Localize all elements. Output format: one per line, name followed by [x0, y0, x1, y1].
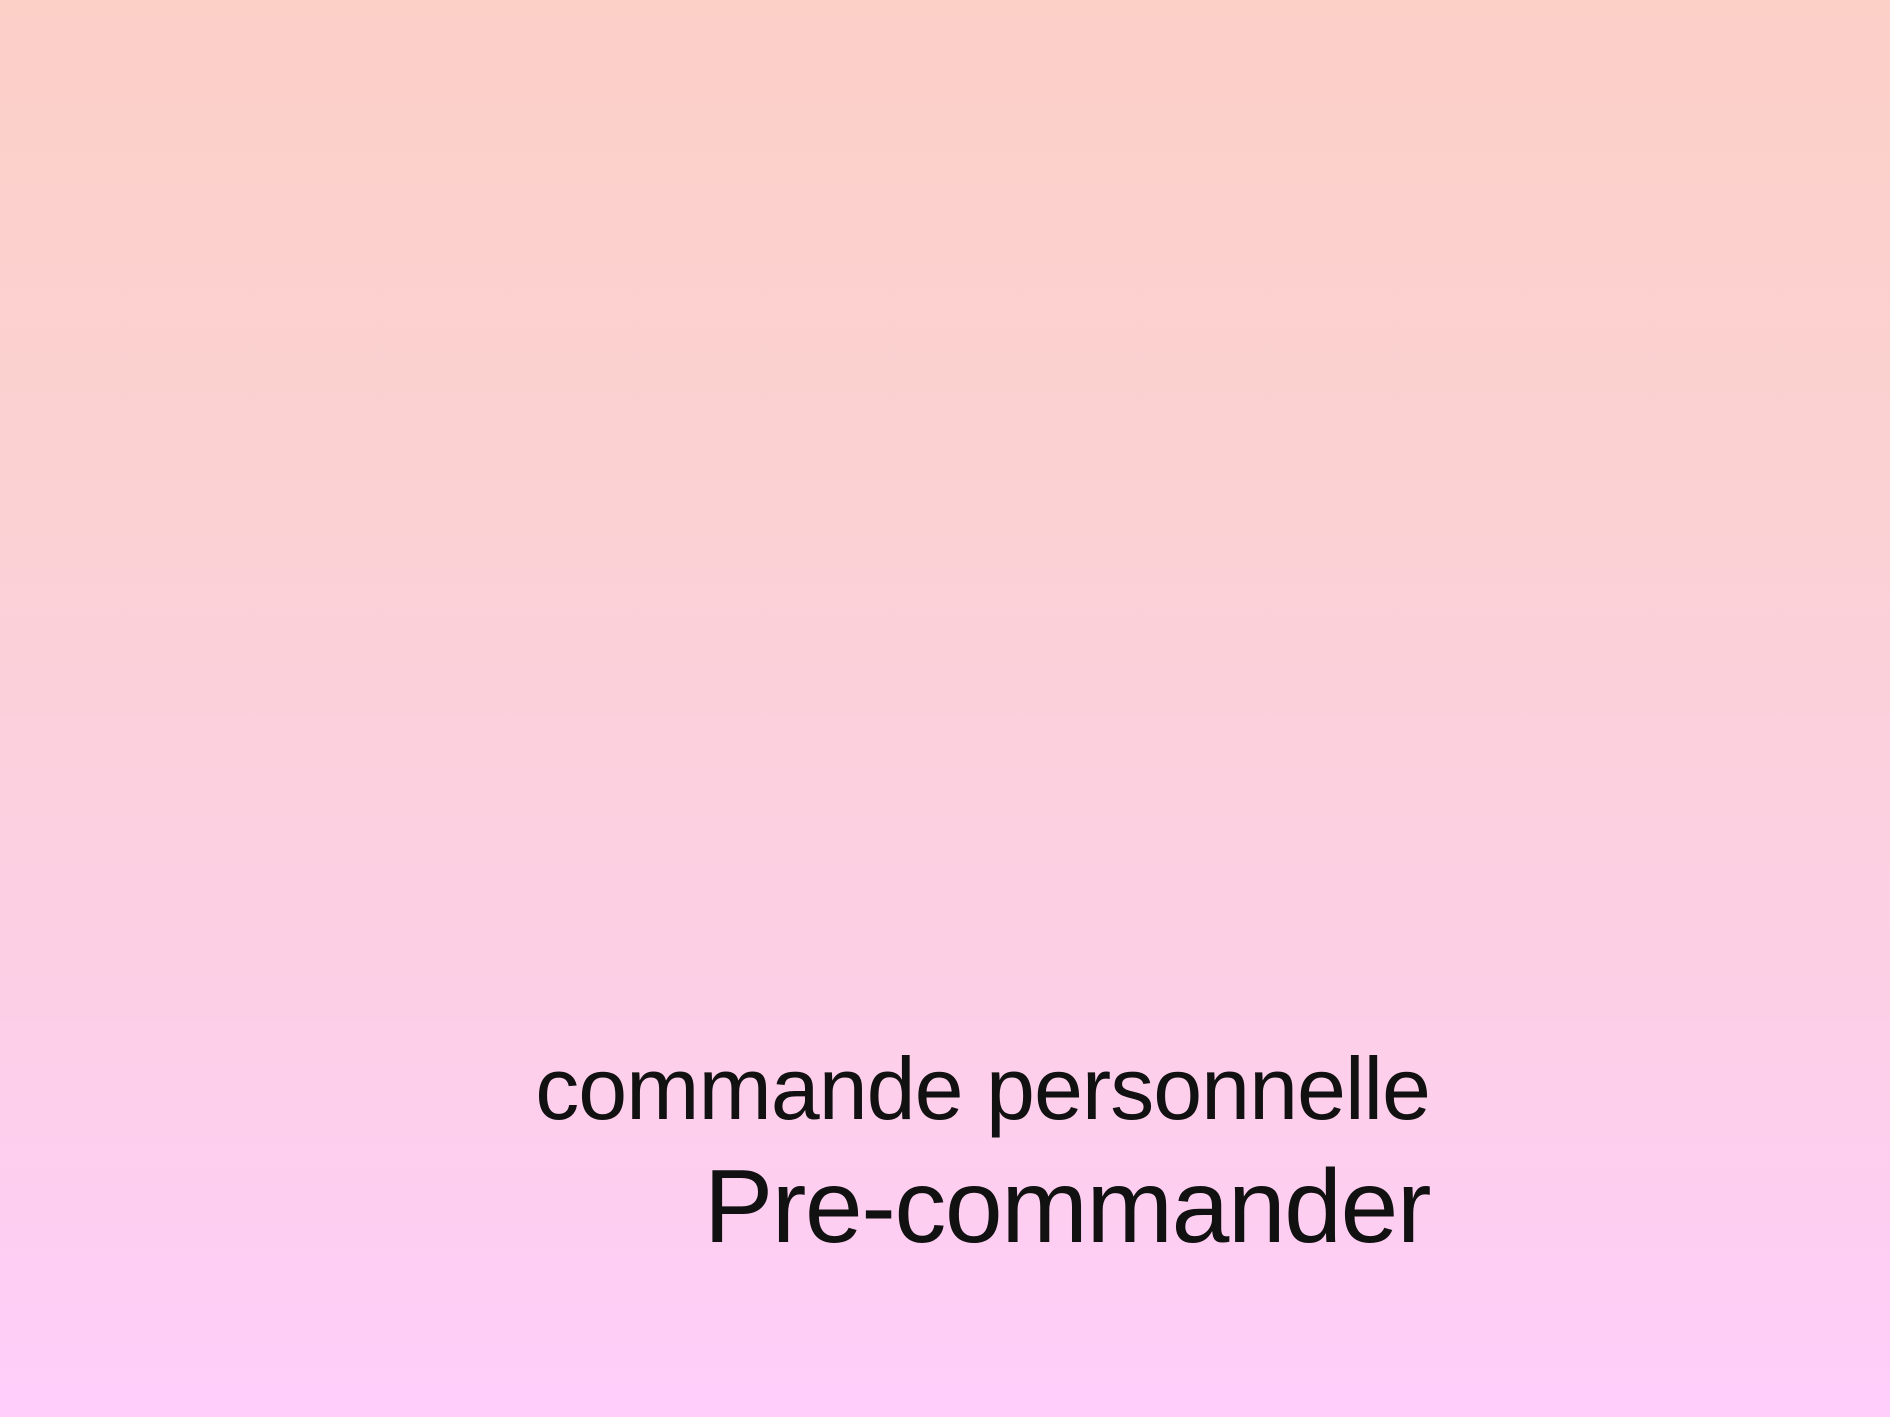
preorder-link[interactable]: Pre-commander — [535, 1145, 1432, 1269]
personal-order-label: commande personnelle — [535, 1039, 1431, 1138]
hero-copy: commande personnelle Pre-commander — [535, 1033, 1432, 1269]
hero-panel: commande personnelle Pre-commander — [0, 0, 1890, 1417]
